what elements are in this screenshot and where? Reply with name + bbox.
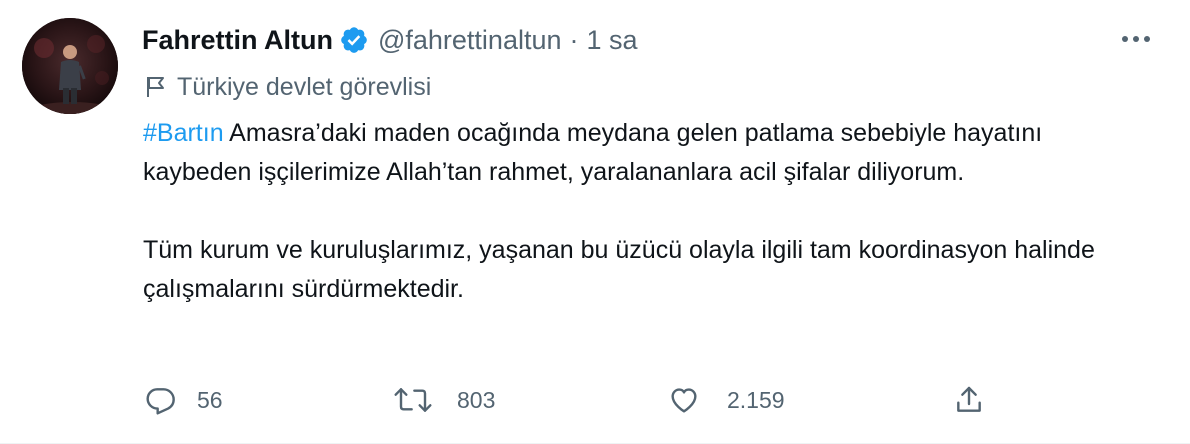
verified-badge-icon xyxy=(339,25,369,55)
like-count: 2.159 xyxy=(727,386,785,413)
more-icon xyxy=(1122,36,1150,42)
avatar-image xyxy=(22,18,118,114)
label-text: Türkiye devlet görevlisi xyxy=(177,72,432,101)
tweet-header: Fahrettin Altun @fahrettinaltun · 1 sa xyxy=(142,20,638,60)
share-button[interactable] xyxy=(953,376,985,424)
retweet-count: 803 xyxy=(457,386,496,413)
retweet-icon xyxy=(394,388,432,412)
reply-count: 56 xyxy=(197,386,223,413)
more-options-button[interactable] xyxy=(1116,22,1156,56)
tweet-actions: 56 803 2.159 xyxy=(0,376,1190,424)
tweet-paragraph-1: #Bartın Amasra’daki maden ocağında meyda… xyxy=(143,114,1143,192)
like-button[interactable]: 2.159 xyxy=(667,376,785,424)
heart-icon xyxy=(671,388,697,413)
share-icon xyxy=(957,386,981,412)
tweet-paragraph-2: Tüm kurum ve kuruluşlarımız, yaşanan bu … xyxy=(143,236,1095,303)
retweet-button[interactable]: 803 xyxy=(393,376,495,424)
tweet-text: #Bartın Amasra’daki maden ocağında meyda… xyxy=(143,114,1143,309)
tweet-timestamp[interactable]: 1 sa xyxy=(587,25,638,56)
tweet-paragraph-1-text: Amasra’daki maden ocağında meydana gelen… xyxy=(143,119,1043,186)
tweet[interactable]: Fahrettin Altun @fahrettinaltun · 1 sa T… xyxy=(0,0,1190,444)
reply-button[interactable]: 56 xyxy=(145,376,223,424)
reply-icon xyxy=(146,388,175,415)
state-affiliation-label[interactable]: Türkiye devlet görevlisi xyxy=(143,68,431,106)
avatar[interactable] xyxy=(22,18,118,114)
hashtag-link[interactable]: #Bartın xyxy=(143,119,224,147)
author-handle[interactable]: @fahrettinaltun xyxy=(378,25,562,56)
flag-icon xyxy=(143,75,167,99)
separator-dot: · xyxy=(569,24,579,55)
author-name[interactable]: Fahrettin Altun xyxy=(142,25,333,56)
